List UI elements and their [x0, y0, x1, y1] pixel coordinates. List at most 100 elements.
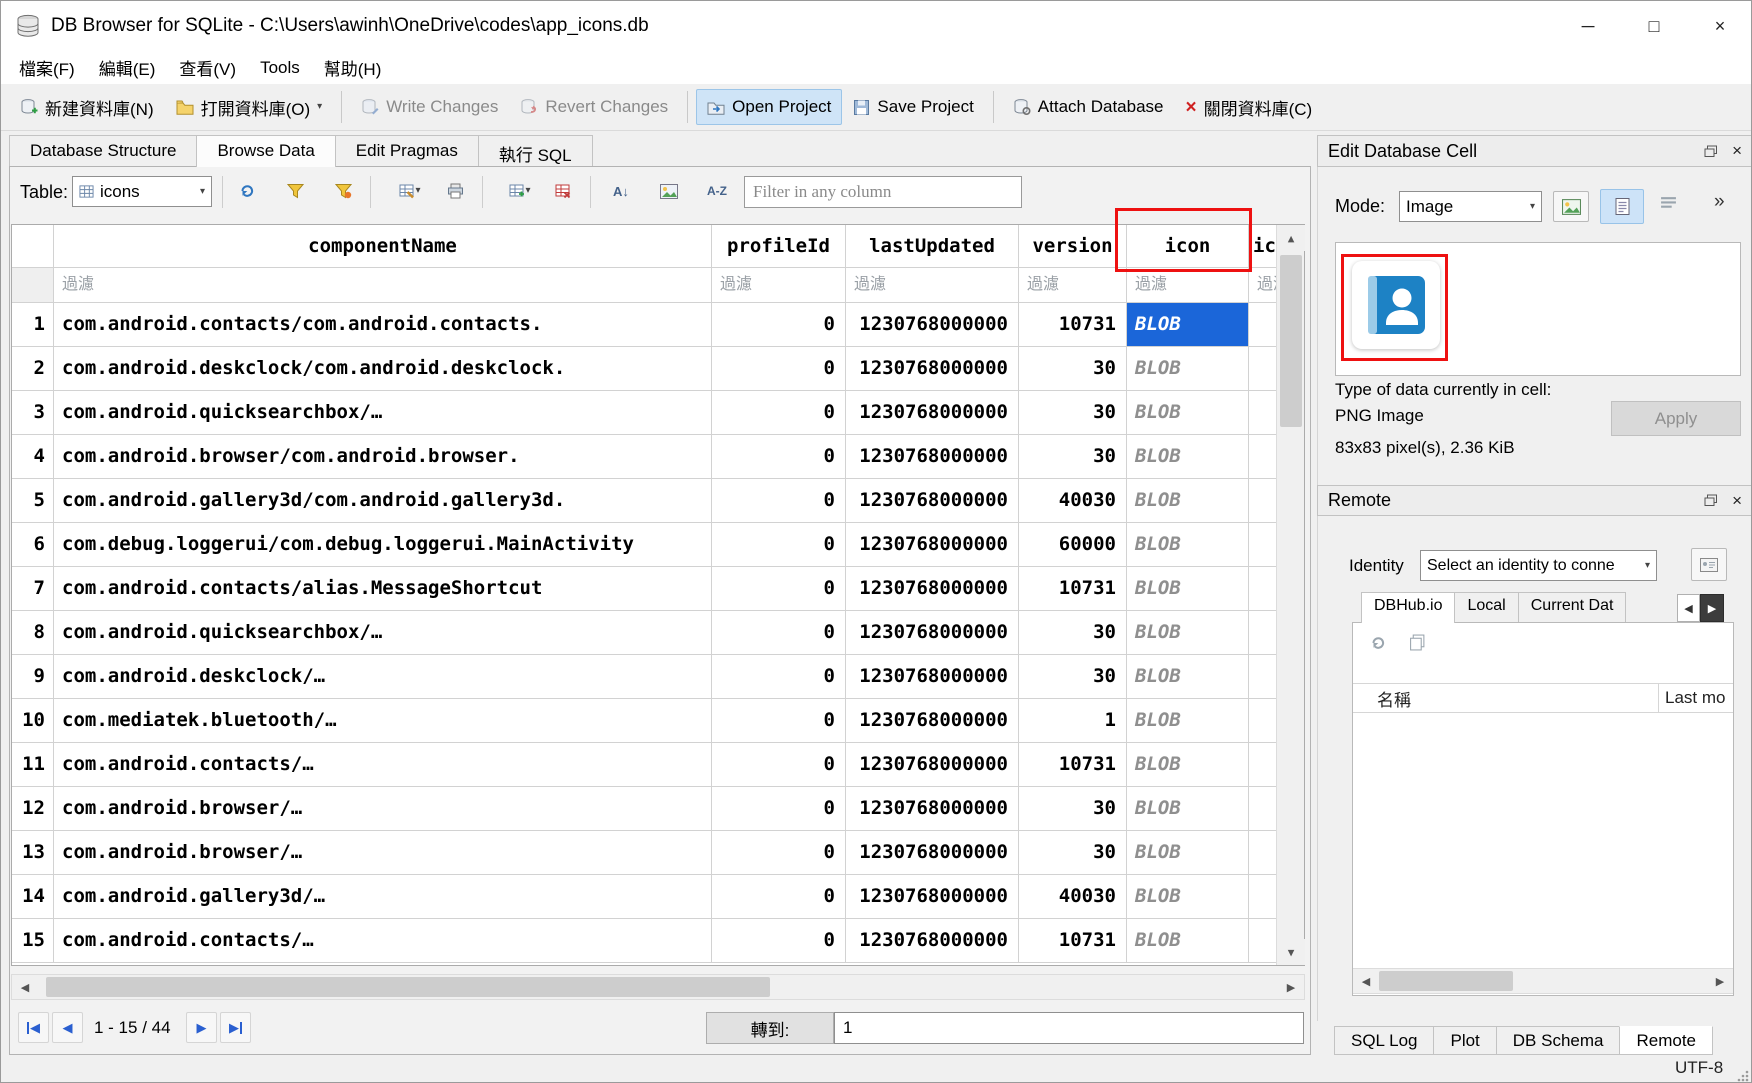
filter-any-column-input[interactable] [744, 176, 1022, 208]
save-filter-button[interactable] [328, 176, 358, 206]
minimize-button[interactable]: ─ [1555, 1, 1621, 51]
overflow-cell[interactable] [1249, 743, 1276, 787]
icon-blob-cell[interactable]: BLOB [1127, 919, 1249, 963]
profile-id-cell[interactable]: 0 [712, 919, 846, 963]
component-name-cell[interactable]: com.android.gallery3d/com.android.galler… [54, 479, 712, 523]
hscrollbar-track[interactable] [38, 975, 1278, 999]
icon-blob-cell[interactable]: BLOB [1127, 831, 1249, 875]
component-name-cell[interactable]: com.android.gallery3d/… [54, 875, 712, 919]
row-number-cell[interactable]: 14 [12, 875, 54, 919]
last-modified-column-header[interactable]: Last mo [1659, 688, 1733, 708]
row-number-cell[interactable]: 9 [12, 655, 54, 699]
filter-partial-input[interactable]: 過濾 [1249, 268, 1276, 303]
profile-id-cell[interactable]: 0 [712, 611, 846, 655]
overflow-cell[interactable] [1249, 655, 1276, 699]
header-partial[interactable]: ic [1249, 225, 1276, 268]
close-panel-icon[interactable]: × [1732, 491, 1742, 511]
sort-az-button[interactable]: A-Z [702, 176, 732, 206]
version-cell[interactable]: 40030 [1019, 875, 1127, 919]
profile-id-cell[interactable]: 0 [712, 567, 846, 611]
profile-id-cell[interactable]: 0 [712, 875, 846, 919]
last-updated-cell[interactable]: 1230768000000 [846, 919, 1019, 963]
component-name-cell[interactable]: com.mediatek.bluetooth/… [54, 699, 712, 743]
delete-record-button[interactable] [548, 176, 578, 206]
last-record-button[interactable]: ▶ [220, 1012, 251, 1043]
overflow-cell[interactable] [1249, 919, 1276, 963]
table-hscrollbar[interactable]: ◀ ▶ [11, 974, 1305, 1000]
first-record-button[interactable]: ◀ [18, 1012, 49, 1043]
encoding-selector[interactable]: UTF-8 [1675, 1058, 1723, 1078]
component-name-cell[interactable]: com.android.quicksearchbox/… [54, 611, 712, 655]
goto-record-input[interactable] [834, 1012, 1304, 1044]
icon-blob-cell-selected[interactable]: BLOB [1127, 303, 1249, 347]
scroll-down-button[interactable]: ▼ [1277, 939, 1305, 965]
last-updated-cell[interactable]: 1230768000000 [846, 347, 1019, 391]
open-database-dropdown-icon[interactable]: ▾ [317, 102, 322, 112]
component-name-cell[interactable]: com.android.deskclock/com.android.deskcl… [54, 347, 712, 391]
menu-file[interactable]: 檔案(F) [7, 51, 87, 84]
tab-edit-pragmas[interactable]: Edit Pragmas [335, 135, 479, 166]
close-button[interactable]: × [1687, 1, 1752, 51]
clear-filters-button[interactable] [280, 176, 310, 206]
last-updated-cell[interactable]: 1230768000000 [846, 303, 1019, 347]
last-updated-cell[interactable]: 1230768000000 [846, 875, 1019, 919]
tab-browse-data[interactable]: Browse Data [196, 135, 335, 167]
mode-combobox[interactable]: Image ▾ [1399, 191, 1542, 222]
component-name-cell[interactable]: com.android.contacts/com.android.contact… [54, 303, 712, 347]
word-wrap-icon[interactable] [1660, 196, 1677, 211]
tab-scroll-left-button[interactable]: ◀ [1677, 594, 1700, 622]
tab-plot[interactable]: Plot [1433, 1026, 1496, 1055]
component-name-cell[interactable]: com.android.browser/com.android.browser. [54, 435, 712, 479]
overflow-cell[interactable] [1249, 347, 1276, 391]
import-data-button[interactable] [1553, 191, 1589, 222]
row-number-cell[interactable]: 10 [12, 699, 54, 743]
last-updated-cell[interactable]: 1230768000000 [846, 391, 1019, 435]
last-updated-cell[interactable]: 1230768000000 [846, 699, 1019, 743]
profile-id-cell[interactable]: 0 [712, 787, 846, 831]
menu-edit[interactable]: 編輯(E) [87, 51, 168, 84]
component-name-cell[interactable]: com.android.contacts/alias.MessageShortc… [54, 567, 712, 611]
icon-blob-cell[interactable]: BLOB [1127, 699, 1249, 743]
scroll-right-button[interactable]: ▶ [1278, 975, 1304, 999]
component-name-cell[interactable]: com.android.deskclock/… [54, 655, 712, 699]
resize-grip-icon[interactable] [1737, 1067, 1749, 1083]
name-column-header[interactable]: 名稱 [1353, 686, 1411, 711]
version-cell[interactable]: 30 [1019, 787, 1127, 831]
icon-blob-cell[interactable]: BLOB [1127, 875, 1249, 919]
tab-local[interactable]: Local [1454, 592, 1518, 622]
apply-button[interactable]: Apply [1611, 401, 1741, 436]
edit-record-button[interactable]: ▾ [390, 176, 430, 206]
remote-refresh-icon[interactable] [1369, 634, 1387, 652]
profile-id-cell[interactable]: 0 [712, 655, 846, 699]
header-lastUpdated[interactable]: lastUpdated [846, 225, 1019, 268]
icon-blob-cell[interactable]: BLOB [1127, 787, 1249, 831]
new-database-button[interactable]: 新建資料庫(N) [9, 87, 165, 128]
overflow-cell[interactable] [1249, 567, 1276, 611]
row-number-cell[interactable]: 13 [12, 831, 54, 875]
row-number-cell[interactable]: 1 [12, 303, 54, 347]
overflow-cell[interactable] [1249, 787, 1276, 831]
hscrollbar-thumb[interactable] [1379, 971, 1513, 991]
overflow-cell[interactable] [1249, 875, 1276, 919]
version-cell[interactable]: 10731 [1019, 743, 1127, 787]
scroll-left-button[interactable]: ◀ [1353, 969, 1379, 993]
remote-clone-icon[interactable] [1409, 634, 1426, 651]
row-number-cell[interactable]: 4 [12, 435, 54, 479]
manage-identities-button[interactable] [1691, 548, 1727, 581]
menu-help[interactable]: 幫助(H) [312, 51, 394, 84]
version-cell[interactable]: 30 [1019, 831, 1127, 875]
overflow-cell[interactable] [1249, 523, 1276, 567]
icon-blob-cell[interactable]: BLOB [1127, 347, 1249, 391]
last-updated-cell[interactable]: 1230768000000 [846, 479, 1019, 523]
row-number-cell[interactable]: 5 [12, 479, 54, 523]
tab-db-schema[interactable]: DB Schema [1496, 1026, 1621, 1055]
version-cell[interactable]: 30 [1019, 655, 1127, 699]
remote-hscrollbar[interactable]: ◀ ▶ [1353, 968, 1733, 994]
profile-id-cell[interactable]: 0 [712, 347, 846, 391]
icon-blob-cell[interactable]: BLOB [1127, 435, 1249, 479]
profile-id-cell[interactable]: 0 [712, 699, 846, 743]
print-button[interactable] [440, 176, 470, 206]
row-number-cell[interactable]: 11 [12, 743, 54, 787]
filter-version-input[interactable]: 過濾 [1019, 268, 1127, 303]
version-cell[interactable]: 30 [1019, 611, 1127, 655]
